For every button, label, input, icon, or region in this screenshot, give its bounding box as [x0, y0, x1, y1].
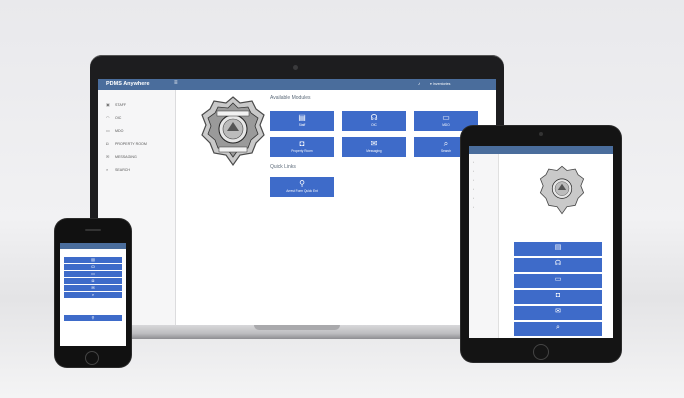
quick-link-arrest-form-button[interactable]: ⚲ Arrest Form Quick Ent	[270, 177, 334, 197]
link-icon: ⚲	[299, 179, 305, 188]
comments-icon: ✉	[370, 139, 378, 148]
monitor-icon: ▭	[106, 128, 110, 133]
monitor-icon: ▭	[442, 113, 450, 122]
sidebar-item-label: OIC	[115, 115, 122, 120]
tablet-module-messaging-button[interactable]: ✉	[514, 306, 602, 320]
bell-icon[interactable]: ♪	[418, 81, 420, 86]
sidebar-item-oic[interactable]: ◠ OIC	[98, 111, 175, 124]
phone-module-search-button[interactable]: ⌕	[64, 292, 122, 298]
laptop-notch	[254, 325, 340, 330]
phone-module-property-room-button[interactable]: ◘	[64, 278, 122, 284]
inbox-icon: ◘	[299, 139, 305, 148]
inbox-icon: ◘	[106, 141, 109, 146]
app-brand[interactable]: PDMS Anywhere	[106, 81, 150, 87]
tablet-sidebar-item[interactable]: •	[469, 158, 498, 167]
tablet-frame: • • • • • • ▤ ☊ ▭ ◘ ✉ ⌕	[461, 126, 621, 362]
search-icon: ⌕	[106, 167, 109, 172]
headset-icon: ☊	[370, 113, 378, 122]
quick-link-label: Arrest Form Quick Ent	[286, 189, 318, 193]
camera-icon	[539, 132, 543, 136]
phone-topbar	[60, 243, 126, 249]
hamburger-icon[interactable]: ≡	[174, 80, 178, 86]
quick-links-heading: Quick Links	[270, 164, 296, 170]
module-oic-button[interactable]: ☊ OIC	[342, 111, 406, 131]
phone-module-staff-button[interactable]: ▤	[64, 257, 122, 263]
tablet-sidebar-item[interactable]: •	[469, 203, 498, 212]
tablet-topbar	[469, 146, 613, 154]
phone-module-messaging-button[interactable]: ✉	[64, 285, 122, 291]
module-label: OIC	[371, 123, 377, 127]
id-card-icon: ▤	[298, 113, 306, 122]
monitor-icon: ▭	[91, 271, 95, 276]
id-card-icon: ▤	[554, 244, 562, 251]
module-label: Staff	[298, 123, 306, 127]
tablet-sidebar-item[interactable]: •	[469, 176, 498, 185]
available-modules-heading: Available Modules	[270, 95, 311, 101]
sidebar-item-label: Staff	[115, 102, 127, 107]
phone-quick-link-button[interactable]: ⚲	[64, 315, 122, 321]
tablet-module-search-button[interactable]: ⌕	[514, 322, 602, 336]
tablet-sidebar-item[interactable]: •	[469, 167, 498, 176]
sidebar-item-label: Search	[115, 167, 130, 172]
phone-speaker	[85, 229, 101, 231]
police-badge-logo	[200, 95, 266, 167]
comments-icon: ✉	[106, 154, 110, 159]
headset-icon: ☊	[91, 264, 95, 269]
laptop-screen: PDMS Anywhere ≡ ♪ ▾ Inventories ▣ Staff …	[98, 79, 496, 325]
module-property-room-button[interactable]: ◘ Property Room	[270, 137, 334, 157]
search-icon: ⌕	[91, 292, 95, 297]
sidebar-item-label: Messaging	[115, 154, 137, 159]
phone-module-oic-button[interactable]: ☊	[64, 264, 122, 270]
laptop-frame: PDMS Anywhere ≡ ♪ ▾ Inventories ▣ Staff …	[90, 55, 504, 327]
laptop-base	[66, 325, 528, 339]
headset-icon: ☊	[554, 260, 562, 267]
inbox-icon: ◘	[555, 292, 561, 299]
police-badge-logo	[539, 164, 585, 216]
sidebar-item-messaging[interactable]: ✉ Messaging	[98, 150, 175, 163]
comments-icon: ✉	[91, 285, 95, 290]
phone-frame: ▤ ☊ ▭ ◘ ✉ ⌕ ⚲	[55, 219, 131, 367]
id-card-icon: ▣	[106, 102, 110, 107]
tablet-module-oic-button[interactable]: ☊	[514, 258, 602, 272]
sidebar-item-search[interactable]: ⌕ Search	[98, 163, 175, 176]
phone-screen: ▤ ☊ ▭ ◘ ✉ ⌕ ⚲	[60, 243, 126, 346]
device-mockup-scene: PDMS Anywhere ≡ ♪ ▾ Inventories ▣ Staff …	[0, 0, 684, 398]
monitor-icon: ▭	[554, 276, 562, 283]
sidebar-item-mdo[interactable]: ▭ MDO	[98, 124, 175, 137]
tablet-module-mdo-button[interactable]: ▭	[514, 274, 602, 288]
module-label: Messaging	[366, 149, 382, 153]
phone-module-mdo-button[interactable]: ▭	[64, 271, 122, 277]
link-icon: ⚲	[91, 315, 95, 320]
module-messaging-button[interactable]: ✉ Messaging	[342, 137, 406, 157]
sidebar-item-label: Property Room	[115, 141, 147, 146]
tablet-sidebar-item[interactable]: •	[469, 194, 498, 203]
camera-icon	[293, 65, 298, 70]
user-menu[interactable]: ▾ Inventories	[430, 82, 450, 86]
id-card-icon: ▤	[91, 257, 95, 262]
sidebar-item-label: MDO	[115, 128, 124, 133]
comments-icon: ✉	[555, 308, 561, 315]
tablet-sidebar-item[interactable]: •	[469, 185, 498, 194]
search-icon: ⌕	[556, 324, 560, 331]
tablet-home-button[interactable]	[533, 344, 549, 360]
headset-icon: ◠	[106, 115, 110, 120]
tablet-module-property-room-button[interactable]: ◘	[514, 290, 602, 304]
inbox-icon: ◘	[91, 278, 95, 283]
phone-home-button[interactable]	[85, 351, 99, 365]
module-label: Property Room	[291, 149, 313, 153]
tablet-sidebar: • • • • • •	[469, 154, 499, 338]
tablet-screen: • • • • • • ▤ ☊ ▭ ◘ ✉ ⌕	[469, 146, 613, 338]
app-topbar: PDMS Anywhere ≡ ♪ ▾ Inventories	[98, 79, 496, 90]
module-staff-button[interactable]: ▤ Staff	[270, 111, 334, 131]
sidebar-item-property-room[interactable]: ◘ Property Room	[98, 137, 175, 150]
tablet-module-staff-button[interactable]: ▤	[514, 242, 602, 256]
sidebar-item-staff[interactable]: ▣ Staff	[98, 98, 175, 111]
